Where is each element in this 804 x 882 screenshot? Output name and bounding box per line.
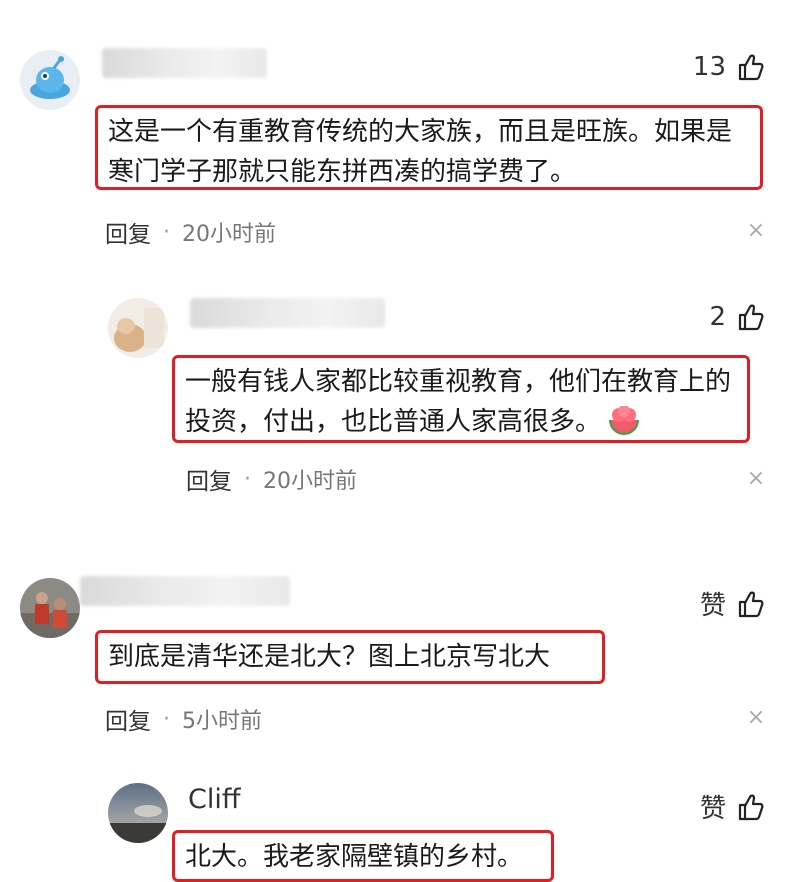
close-icon[interactable]: × bbox=[746, 218, 766, 243]
avatar[interactable] bbox=[20, 578, 80, 638]
username-blurred bbox=[102, 48, 267, 78]
username[interactable]: Cliff bbox=[188, 784, 240, 815]
comment-meta: 回复 · 20小时前 bbox=[105, 215, 276, 249]
like-label: 赞 bbox=[699, 591, 726, 621]
like-count: 2 bbox=[709, 302, 726, 332]
thumbs-up-icon[interactable] bbox=[736, 792, 766, 822]
comment-text: 到底是清华还是北大？图上北京写北大 bbox=[95, 630, 605, 684]
comment-meta: 回复 · 20小时前 bbox=[186, 462, 357, 496]
reply-button[interactable]: 回复 bbox=[105, 215, 151, 249]
username-blurred bbox=[190, 298, 385, 328]
close-icon[interactable]: × bbox=[746, 705, 766, 730]
timestamp: 20小时前 bbox=[182, 222, 276, 247]
username-blurred bbox=[80, 576, 290, 606]
avatar[interactable] bbox=[108, 298, 168, 358]
separator-dot: · bbox=[244, 466, 251, 492]
thumbs-up-icon[interactable] bbox=[736, 52, 766, 82]
thumbs-up-icon[interactable] bbox=[736, 302, 766, 332]
separator-dot: · bbox=[163, 706, 170, 732]
photo-avatar-icon bbox=[108, 783, 168, 843]
close-icon[interactable]: × bbox=[746, 466, 766, 491]
like-counter[interactable]: 13 bbox=[693, 52, 766, 82]
like-count: 13 bbox=[692, 52, 726, 82]
reply-button[interactable]: 回复 bbox=[186, 462, 232, 496]
photo-avatar-icon bbox=[108, 298, 168, 358]
like-counter[interactable]: 赞 bbox=[700, 585, 766, 622]
comment-text: 北大。我老家隔壁镇的乡村。 bbox=[172, 830, 554, 882]
comment-text: 这是一个有重教育传统的大家族，而且是旺族。如果是寒门学子那就只能东拼西凑的搞学费… bbox=[95, 105, 763, 190]
reply-button[interactable]: 回复 bbox=[105, 702, 151, 736]
timestamp: 5小时前 bbox=[182, 709, 262, 734]
photo-avatar-icon bbox=[20, 578, 80, 638]
like-counter[interactable]: 2 bbox=[709, 302, 766, 332]
comment-meta: 回复 · 5小时前 bbox=[105, 702, 262, 736]
timestamp: 20小时前 bbox=[263, 469, 357, 494]
comment-text-box: 一般有钱人家都比较重视教育，他们在教育上的投资，付出，也比普通人家高很多。 bbox=[172, 355, 750, 443]
blue-robot-avatar-icon bbox=[20, 50, 80, 110]
separator-dot: · bbox=[163, 219, 170, 245]
watermelon-emoji-icon bbox=[609, 406, 640, 435]
thumbs-up-icon[interactable] bbox=[736, 589, 766, 619]
comment-text: 一般有钱人家都比较重视教育，他们在教育上的投资，付出，也比普通人家高很多。 bbox=[185, 367, 732, 437]
like-label: 赞 bbox=[699, 794, 726, 824]
like-counter[interactable]: 赞 bbox=[700, 788, 766, 825]
avatar[interactable] bbox=[108, 783, 168, 843]
avatar[interactable] bbox=[20, 50, 80, 110]
